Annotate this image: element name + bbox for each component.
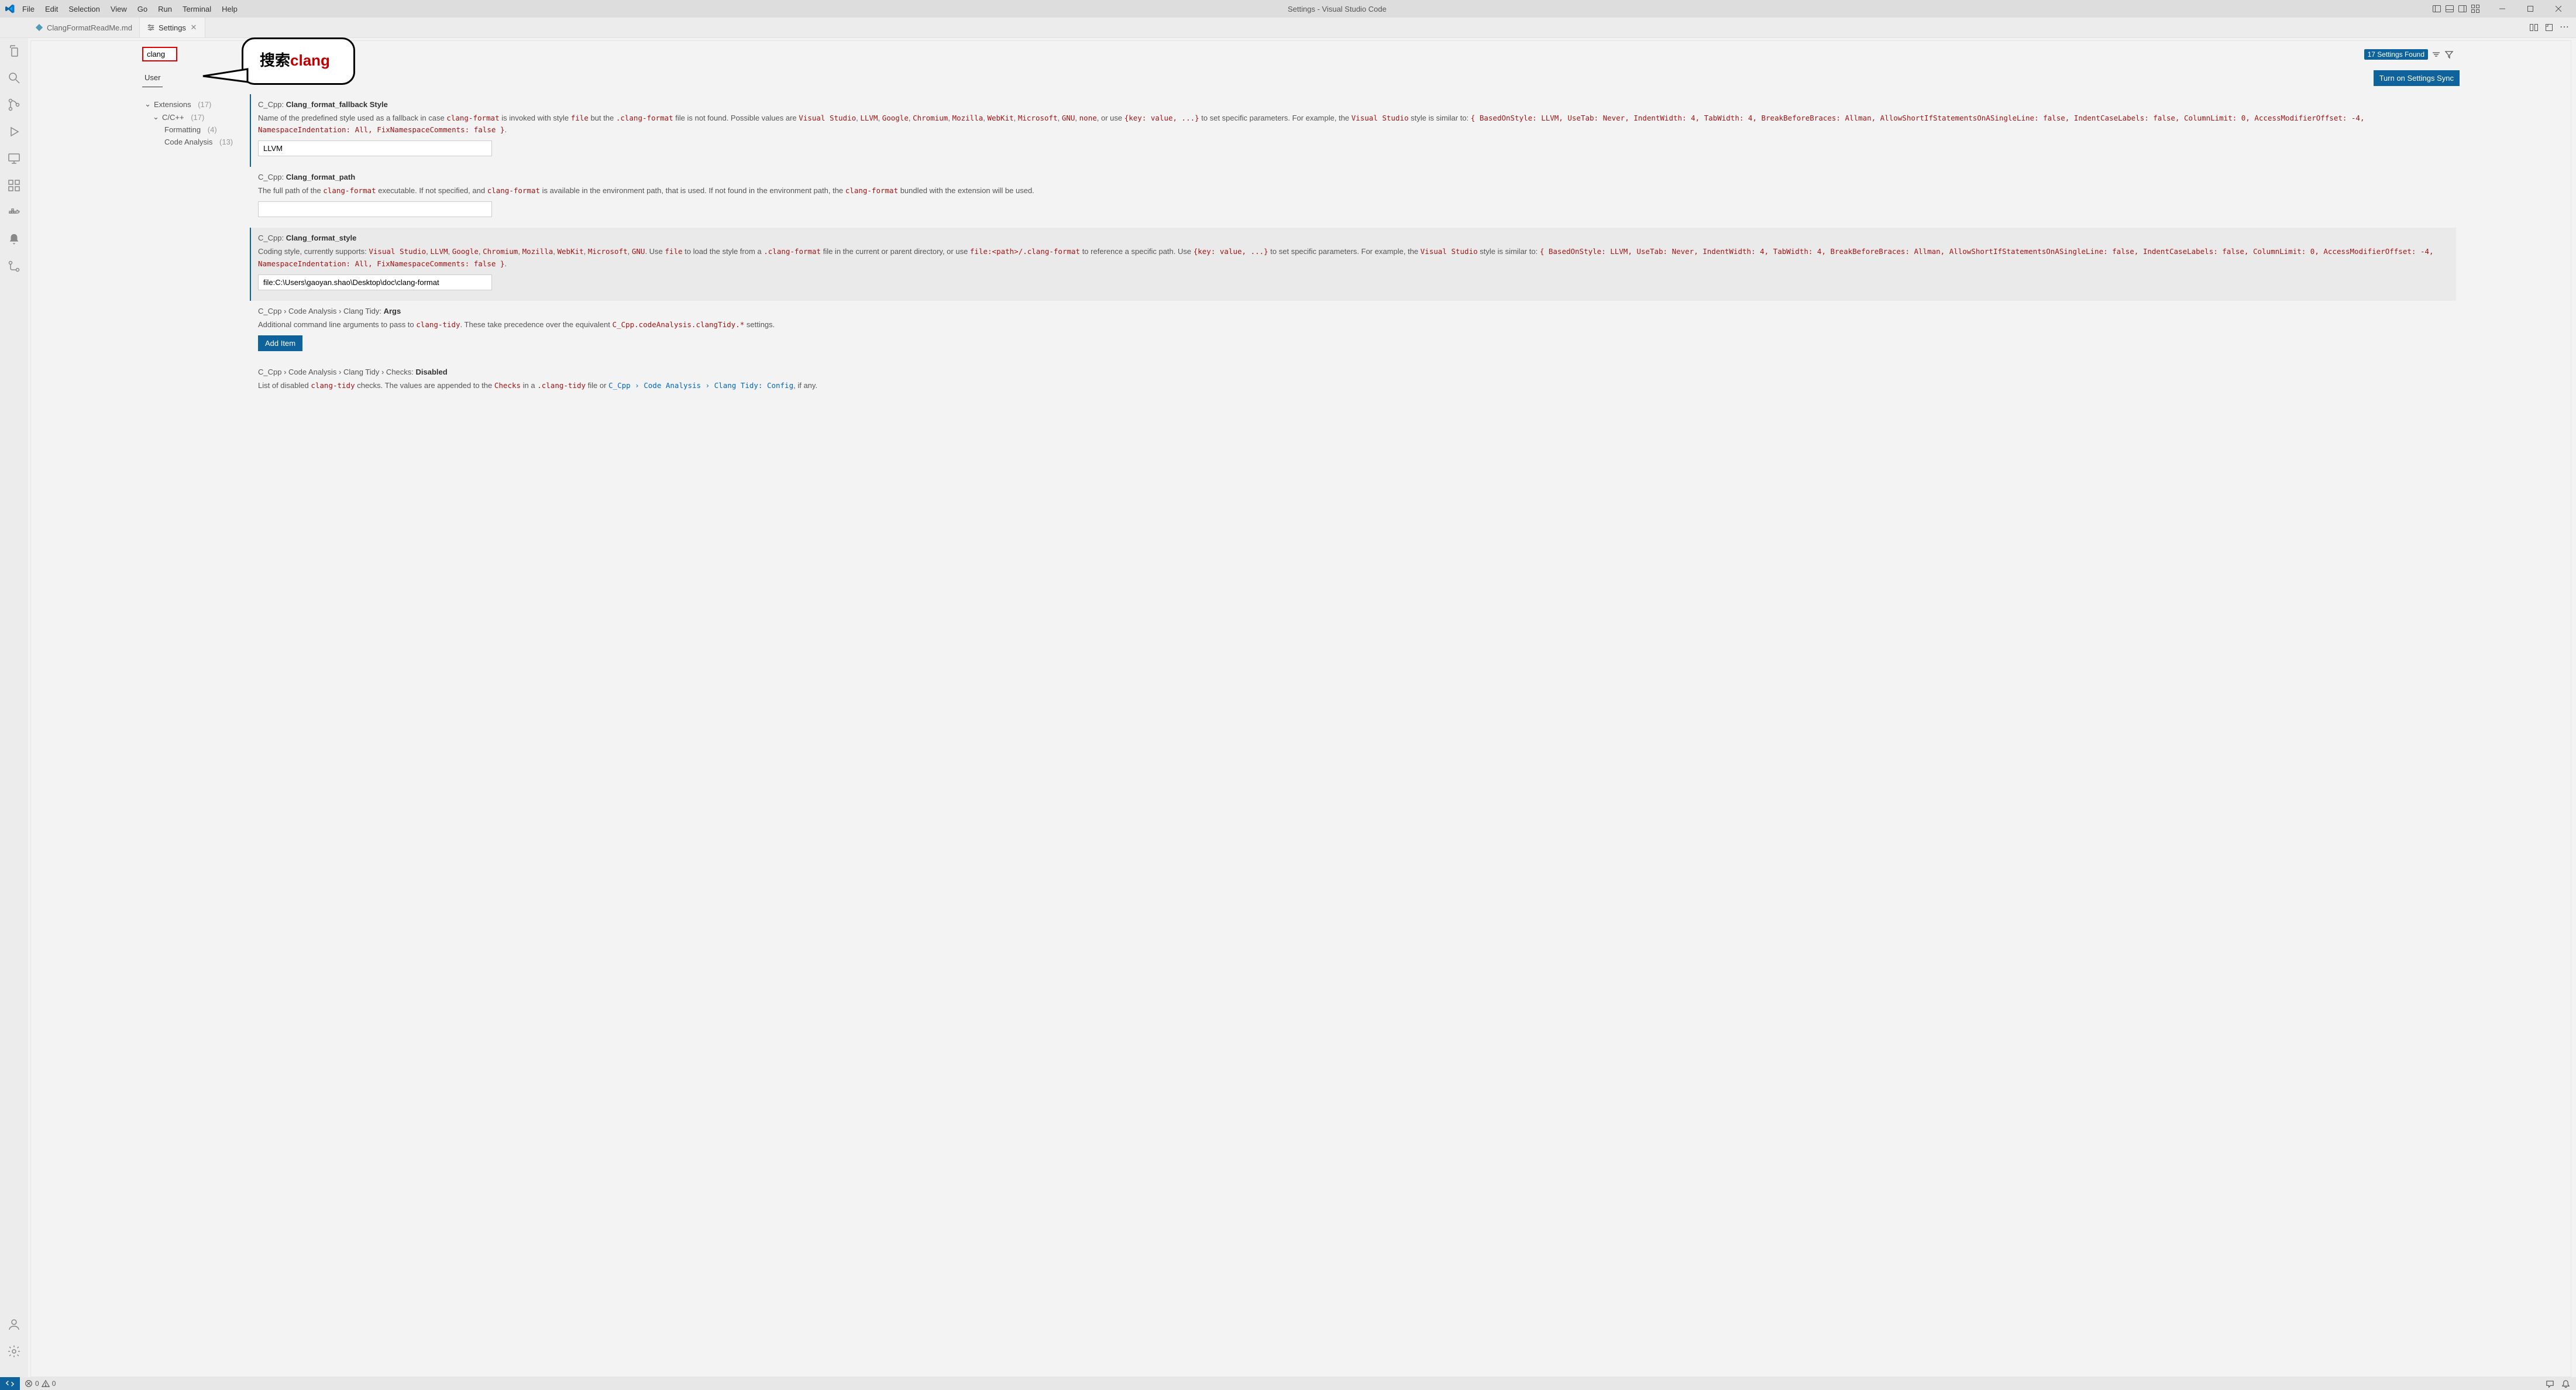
close-button[interactable]	[2546, 0, 2571, 18]
tab-label: ClangFormatReadMe.md	[47, 23, 132, 32]
feedback-icon[interactable]	[2546, 1379, 2554, 1388]
markdown-file-icon	[35, 23, 43, 32]
setting-description: Additional command line arguments to pas…	[258, 319, 2456, 331]
menu-edit[interactable]: Edit	[40, 2, 63, 16]
split-editor-icon[interactable]	[2529, 23, 2539, 32]
settings-sync-button[interactable]: Turn on Settings Sync	[2374, 70, 2460, 86]
menu-help[interactable]: Help	[217, 2, 242, 16]
title-bar: File Edit Selection View Go Run Terminal…	[0, 0, 2576, 18]
toc-formatting[interactable]: Formatting (4)	[142, 123, 242, 136]
vscode-logo-icon	[5, 4, 15, 14]
clang-format-style-input[interactable]	[258, 274, 492, 290]
menu-run[interactable]: Run	[153, 2, 177, 16]
extensions-icon[interactable]	[7, 179, 21, 193]
callout-prefix: 搜索	[260, 52, 290, 69]
status-bar: 0 0	[0, 1377, 2576, 1390]
chevron-down-icon: ⌄	[145, 99, 152, 109]
clear-search-icon[interactable]	[2431, 50, 2441, 59]
clang-format-path-input[interactable]	[258, 201, 492, 217]
remote-explorer-icon[interactable]	[7, 152, 21, 166]
toc-ccpp[interactable]: ⌄ C/C++ (17)	[142, 111, 242, 123]
accounts-icon[interactable]	[7, 1317, 21, 1331]
setting-clang-format-fallback-style: C_Cpp: Clang_format_fallback Style Name …	[250, 94, 2456, 167]
toggle-panel-icon[interactable]	[2445, 4, 2454, 13]
tab-settings[interactable]: Settings ✕	[140, 18, 205, 37]
setting-clang-tidy-args: C_Cpp › Code Analysis › Clang Tidy: Args…	[250, 301, 2456, 362]
open-settings-json-icon[interactable]	[2544, 23, 2554, 32]
source-control-icon[interactable]	[7, 98, 21, 112]
toc-extensions[interactable]: ⌄ Extensions (17)	[142, 98, 242, 111]
docker-icon[interactable]	[7, 205, 21, 219]
toggle-secondary-sidebar-icon[interactable]	[2458, 4, 2467, 13]
bell-icon[interactable]	[2561, 1379, 2570, 1388]
menu-terminal[interactable]: Terminal	[178, 2, 216, 16]
minimize-button[interactable]	[2489, 0, 2515, 18]
callout-keyword: clang	[290, 52, 330, 69]
maximize-button[interactable]	[2517, 0, 2543, 18]
activity-bar	[0, 38, 28, 1377]
annotation-callout: 搜索clang	[242, 37, 355, 85]
remote-indicator-icon[interactable]	[0, 1377, 20, 1390]
manage-gear-icon[interactable]	[7, 1344, 21, 1358]
explorer-icon[interactable]	[7, 44, 21, 58]
window-title: Settings - Visual Studio Code	[245, 5, 2430, 13]
menu-file[interactable]: File	[18, 2, 39, 16]
error-icon	[25, 1379, 33, 1388]
settings-search-input[interactable]	[142, 47, 177, 61]
warning-icon	[42, 1379, 50, 1388]
chevron-down-icon: ⌄	[153, 112, 160, 122]
customize-layout-icon[interactable]	[2471, 4, 2480, 13]
tab-label: Settings	[159, 23, 186, 32]
git-graph-icon[interactable]	[7, 259, 21, 273]
toggle-primary-sidebar-icon[interactable]	[2432, 4, 2441, 13]
setting-description: Name of the predefined style used as a f…	[258, 112, 2456, 136]
settings-list[interactable]: C_Cpp: Clang_format_fallback Style Name …	[250, 94, 2460, 1377]
setting-clang-format-style: C_Cpp: Clang_format_style Coding style, …	[250, 228, 2456, 300]
more-actions-icon[interactable]: ⋯	[2560, 23, 2569, 32]
scope-user-tab[interactable]: User	[142, 68, 163, 87]
callout-arrow-icon	[202, 68, 249, 91]
run-debug-icon[interactable]	[7, 125, 21, 139]
fallback-style-input[interactable]	[258, 140, 492, 156]
setting-description: Coding style, currently supports: Visual…	[258, 246, 2456, 269]
setting-description: The full path of the clang-format execut…	[258, 185, 2456, 197]
close-tab-icon[interactable]: ✕	[190, 23, 198, 32]
tab-bar: ClangFormatReadMe.md Settings ✕ ⋯	[0, 18, 2576, 38]
tab-clangformat-readme[interactable]: ClangFormatReadMe.md	[28, 18, 140, 37]
settings-tab-icon	[147, 23, 155, 32]
settings-found-badge: 17 Settings Found	[2364, 49, 2428, 60]
search-icon[interactable]	[7, 71, 21, 85]
settings-toc: ⌄ Extensions (17) ⌄ C/C++ (17) Formattin…	[142, 94, 242, 1377]
toc-code-analysis[interactable]: Code Analysis (13)	[142, 136, 242, 148]
menu-view[interactable]: View	[106, 2, 132, 16]
menu-bar: File Edit Selection View Go Run Terminal…	[18, 2, 242, 16]
setting-description: List of disabled clang-tidy checks. The …	[258, 380, 2456, 392]
link-clang-tidy-config[interactable]: C_Cpp › Code Analysis › Clang Tidy: Conf…	[608, 381, 793, 390]
filter-icon[interactable]	[2444, 50, 2454, 59]
setting-clang-tidy-checks-disabled: C_Cpp › Code Analysis › Clang Tidy › Che…	[250, 362, 2456, 407]
setting-clang-format-path: C_Cpp: Clang_format_path The full path o…	[250, 167, 2456, 228]
menu-go[interactable]: Go	[133, 2, 152, 16]
settings-editor: 搜索clang 17 Settings Found User Turn on S…	[30, 40, 2571, 1377]
add-item-button[interactable]: Add Item	[258, 335, 302, 351]
menu-selection[interactable]: Selection	[64, 2, 104, 16]
problems-status[interactable]: 0 0	[20, 1379, 60, 1388]
bell-solid-icon[interactable]	[7, 232, 21, 246]
